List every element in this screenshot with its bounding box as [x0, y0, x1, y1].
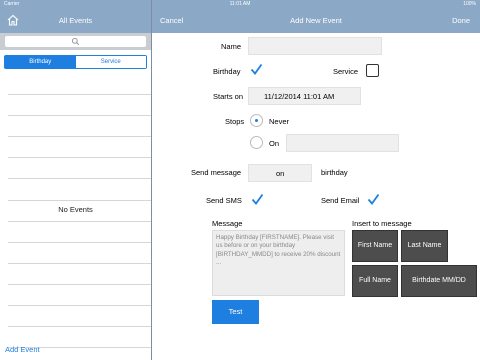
search-icon: [71, 37, 80, 46]
send-message-selector[interactable]: on: [248, 164, 312, 182]
send-email-label: Send Email: [321, 196, 360, 205]
list-item: [8, 243, 151, 264]
list-item: [8, 74, 151, 96]
message-textarea[interactable]: Happy Birthday [FIRSTNAME]. Please visit…: [212, 230, 345, 296]
segment-service[interactable]: Service: [75, 56, 146, 68]
list-item: [8, 264, 151, 285]
split-divider: [151, 0, 152, 360]
send-sms-label: Send SMS: [206, 196, 242, 205]
events-list-panel: Birthday Service No Events Add Event: [0, 33, 151, 360]
detail-title: Add New Event: [290, 16, 342, 25]
detail-navbar: Cancel Add New Event Done: [152, 8, 480, 33]
stops-on-date-field[interactable]: [286, 134, 399, 152]
list-item: [8, 306, 151, 328]
service-checkbox[interactable]: [366, 64, 379, 77]
list-item: [8, 285, 151, 307]
stops-never-radio[interactable]: [250, 114, 263, 127]
list-item: [8, 179, 151, 201]
insert-birthdate-button[interactable]: Birthdate MM/DD: [401, 265, 477, 297]
name-field[interactable]: [248, 37, 382, 55]
search-input[interactable]: [5, 36, 146, 47]
list-item: [8, 137, 151, 159]
event-type-segmented-control: Birthday Service: [4, 55, 147, 69]
birthday-suffix-label: birthday: [321, 168, 348, 177]
list-item: [8, 158, 151, 180]
message-label: Message: [212, 219, 243, 228]
segment-birthday[interactable]: Birthday: [5, 56, 76, 68]
starts-on-label: Starts on: [213, 92, 244, 101]
insert-full-name-button[interactable]: Full Name: [352, 265, 398, 297]
add-event-button[interactable]: Add Event: [5, 345, 40, 354]
starts-on-field[interactable]: 11/12/2014 11:01 AM: [248, 87, 361, 105]
birthday-label: Birthday: [213, 67, 241, 76]
test-button[interactable]: Test: [212, 300, 259, 324]
master-title: All Events: [58, 16, 93, 25]
stops-on-radio[interactable]: [250, 136, 263, 149]
list-item: [8, 95, 151, 117]
list-item: [8, 116, 151, 138]
clock: 11:01 AM: [229, 1, 251, 7]
stops-label: Stops: [225, 117, 245, 126]
no-events-label: No Events: [58, 205, 93, 214]
done-button[interactable]: Done: [452, 16, 470, 25]
send-message-label: Send message: [191, 168, 242, 177]
send-email-checkbox-checked-icon[interactable]: [367, 193, 380, 206]
battery-label: 100%: [463, 1, 476, 7]
insert-to-message-label: Insert to message: [352, 219, 412, 228]
search-bar: [0, 33, 151, 50]
birthday-checkbox-checked-icon[interactable]: [250, 63, 263, 76]
send-sms-checkbox-checked-icon[interactable]: [251, 193, 264, 206]
service-label: Service: [333, 67, 359, 76]
status-bar: Carrier 11:01 AM 100%: [0, 0, 480, 8]
master-navbar: All Events: [0, 8, 151, 33]
insert-first-name-button[interactable]: First Name: [352, 230, 398, 262]
insert-last-name-button[interactable]: Last Name: [401, 230, 448, 262]
list-item: [8, 222, 151, 243]
name-label: Name: [221, 42, 242, 51]
on-label: On: [269, 139, 280, 148]
never-label: Never: [269, 117, 290, 126]
